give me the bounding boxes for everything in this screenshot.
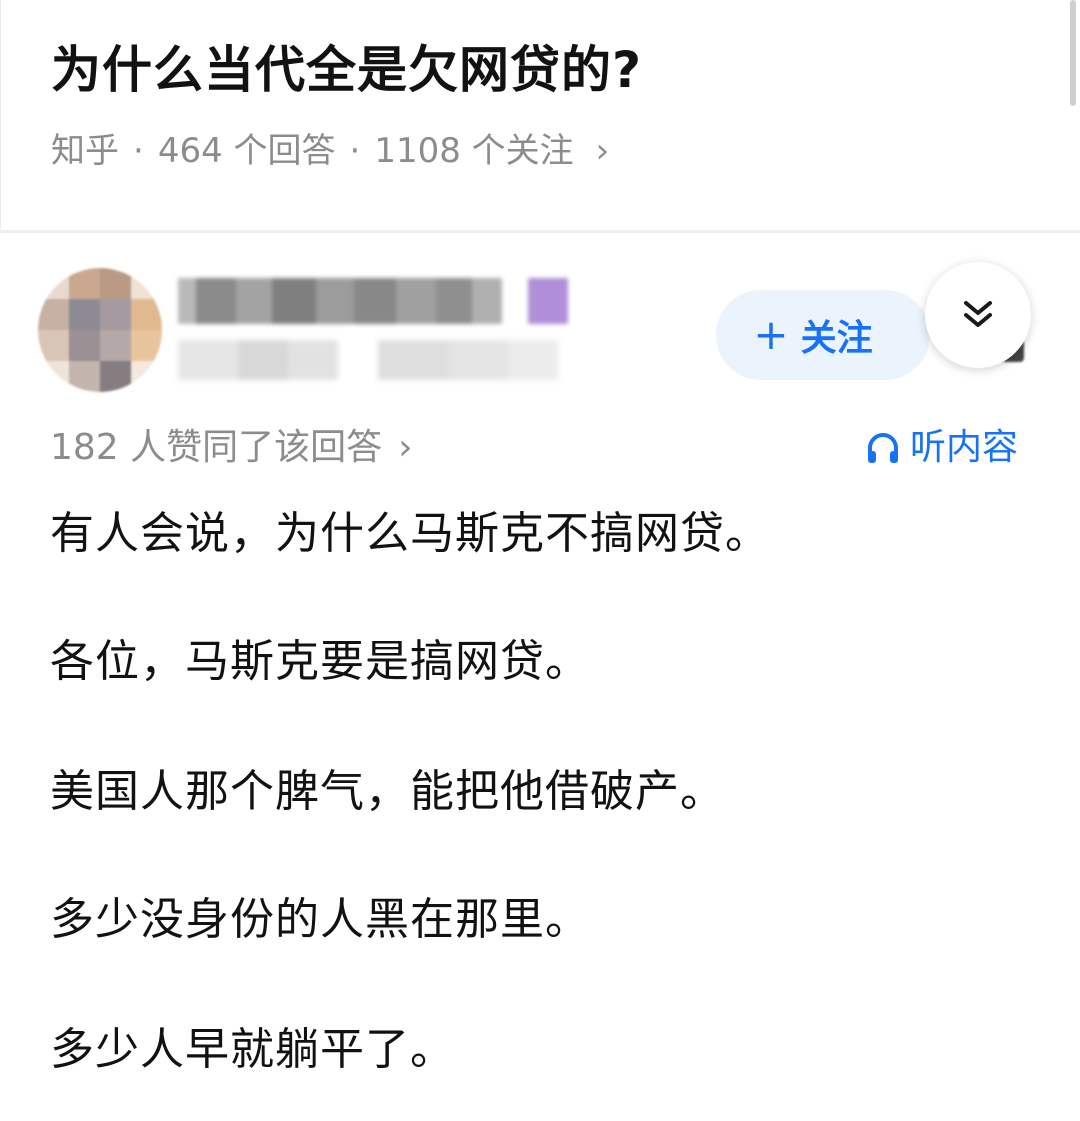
answer-paragraph: 多少没身份的人黑在那里。 [50,894,590,945]
question-title[interactable]: 为什么当代全是欠网贷的? [51,38,642,102]
answer-count: 464 个回答 [157,131,336,171]
answer-paragraph: 美国人那个脾气，能把他借破产。 [50,766,725,817]
source-label: 知乎 [51,131,119,171]
double-chevron-down-icon [964,301,992,327]
section-divider [0,230,1080,233]
chevron-right-icon: › [398,427,413,468]
author-avatar[interactable] [38,268,162,392]
follower-count: 1108 个关注 [374,131,574,171]
zhihu-answer-page: 为什么当代全是欠网贷的? 知乎 · 464 个回答 · 1108 个关注 › +… [0,0,1080,1121]
question-meta[interactable]: 知乎 · 464 个回答 · 1108 个关注 › [51,126,609,176]
chevron-right-icon: › [595,131,610,171]
follow-button[interactable]: + 关注 [716,290,930,380]
meta-separator: · [349,131,361,171]
listen-button[interactable]: 听内容 [864,424,1018,472]
collapse-button[interactable] [925,262,1031,368]
vote-summary[interactable]: 182 人赞同了该回答 › [50,424,413,472]
meta-separator: · [133,131,144,171]
headphones-icon [868,433,898,463]
plus-icon: + [753,310,789,359]
answer-paragraph: 多少人早就躺平了。 [50,1024,455,1075]
author-name-redacted[interactable] [178,278,578,328]
author-bio-redacted [178,340,558,384]
listen-label: 听内容 [910,427,1019,468]
question-header[interactable]: 为什么当代全是欠网贷的? 知乎 · 464 个回答 · 1108 个关注 › [0,0,1080,230]
vote-count-text: 182 人赞同了该回答 [50,427,383,468]
follow-label: 关注 [800,318,873,359]
answer-paragraph: 各位，马斯克要是搞网贷。 [50,636,590,687]
answer-paragraph: 有人会说，为什么马斯克不搞网贷。 [50,508,770,559]
